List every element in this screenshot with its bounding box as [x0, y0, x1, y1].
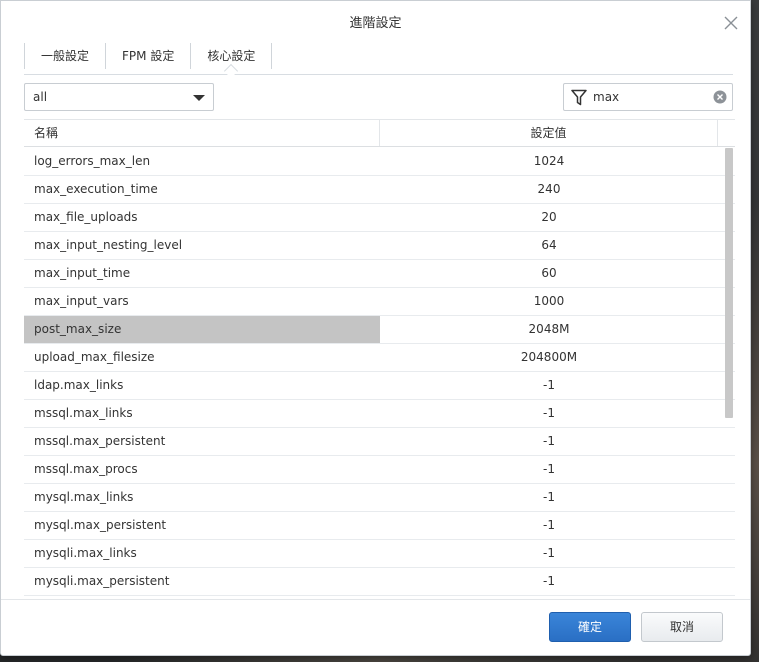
row-value[interactable]: 204800M: [380, 344, 718, 371]
row-value[interactable]: 20: [380, 204, 718, 231]
caret-down-icon: [193, 95, 205, 101]
row-name: mysql.max_persistent: [34, 518, 167, 532]
settings-table: 名稱 設定值 log_errors_max_len 1024 max_execut…: [24, 119, 735, 597]
row-name: post_max_size: [24, 316, 380, 343]
row-name: mssql.max_persistent: [34, 434, 166, 448]
table-row[interactable]: mssql.max_persistent -1: [24, 428, 735, 456]
table-row[interactable]: mssql.max_procs -1: [24, 456, 735, 484]
row-name: mysqli.max_links: [34, 546, 137, 560]
column-header-value[interactable]: 設定值: [380, 120, 718, 146]
category-select[interactable]: all: [24, 83, 214, 111]
table-row[interactable]: max_input_vars 1000: [24, 288, 735, 316]
row-value[interactable]: -1: [380, 372, 718, 399]
toolbar: all: [24, 83, 733, 111]
row-value[interactable]: -1: [380, 540, 718, 567]
row-value[interactable]: -1: [380, 428, 718, 455]
table-row[interactable]: max_input_nesting_level 64: [24, 232, 735, 260]
row-name: upload_max_filesize: [34, 350, 155, 364]
row-name: mysql.max_links: [34, 490, 134, 504]
funnel-icon: [571, 89, 587, 106]
row-value[interactable]: 240: [380, 176, 718, 203]
table-header: 名稱 設定值: [24, 120, 735, 147]
table-body: log_errors_max_len 1024 max_execution_tim…: [24, 148, 735, 596]
table-row[interactable]: max_input_time 60: [24, 260, 735, 288]
tab-label: FPM 設定: [122, 49, 175, 63]
table-row[interactable]: ldap.max_links -1: [24, 372, 735, 400]
row-value[interactable]: -1: [380, 456, 718, 483]
vertical-scrollbar[interactable]: [725, 148, 733, 418]
row-value[interactable]: 1024: [380, 148, 718, 175]
dialog-title: 進階設定: [349, 15, 402, 31]
table-row[interactable]: mysql.max_persistent -1: [24, 512, 735, 540]
table-row[interactable]: log_errors_max_len 1024: [24, 148, 735, 176]
row-value[interactable]: -1: [380, 568, 718, 595]
category-select-value: all: [33, 90, 48, 104]
table-row[interactable]: mssql.max_links -1: [24, 400, 735, 428]
cancel-button[interactable]: 取消: [641, 612, 723, 642]
tab-label: 一般設定: [41, 49, 90, 63]
advanced-settings-dialog: 進階設定 一般設定 FPM 設定 核心設定 all max 名稱 設定值 log…: [0, 0, 751, 656]
tab-bar: 一般設定 FPM 設定 核心設定: [24, 43, 733, 79]
row-value[interactable]: -1: [380, 400, 718, 427]
row-name: mssql.max_links: [34, 406, 133, 420]
row-value[interactable]: 60: [380, 260, 718, 287]
table-row[interactable]: max_file_uploads 20: [24, 204, 735, 232]
row-name: max_file_uploads: [34, 210, 138, 224]
row-name: ldap.max_links: [34, 378, 124, 392]
row-name: max_input_vars: [34, 294, 129, 308]
title-bar: 進階設定: [1, 1, 750, 45]
row-name: max_execution_time: [34, 182, 158, 196]
clear-icon[interactable]: [713, 90, 727, 104]
active-tab-indicator: [224, 63, 239, 79]
table-row[interactable]: upload_max_filesize 204800M: [24, 344, 735, 372]
column-header-name[interactable]: 名稱: [24, 120, 380, 146]
table-row[interactable]: mysqli.max_links -1: [24, 540, 735, 568]
tab-label: 核心設定: [207, 49, 256, 63]
row-value[interactable]: -1: [380, 512, 718, 539]
row-value[interactable]: 64: [380, 232, 718, 259]
confirm-button[interactable]: 確定: [549, 612, 631, 642]
table-row[interactable]: max_execution_time 240: [24, 176, 735, 204]
dialog-footer: 確定 取消: [1, 599, 750, 655]
close-icon[interactable]: [724, 16, 738, 30]
table-row[interactable]: mysql.max_links -1: [24, 484, 735, 512]
filter-input[interactable]: [593, 84, 703, 110]
row-name: mysqli.max_persistent: [34, 574, 170, 588]
table-row[interactable]: mysqli.max_persistent -1: [24, 568, 735, 596]
row-name: mssql.max_procs: [34, 462, 138, 476]
row-value[interactable]: 2048M: [380, 316, 718, 343]
row-value[interactable]: -1: [380, 484, 718, 511]
tab-core[interactable]: 核心設定: [190, 43, 273, 79]
tab-fpm[interactable]: FPM 設定: [105, 43, 190, 69]
tab-general[interactable]: 一般設定: [24, 43, 105, 69]
row-name: log_errors_max_len: [34, 154, 151, 168]
row-name: max_input_time: [34, 266, 131, 280]
table-row-selected[interactable]: post_max_size 2048M: [24, 316, 735, 344]
row-name: max_input_nesting_level: [34, 238, 183, 252]
row-value[interactable]: 1000: [380, 288, 718, 315]
filter-box: [563, 83, 733, 111]
